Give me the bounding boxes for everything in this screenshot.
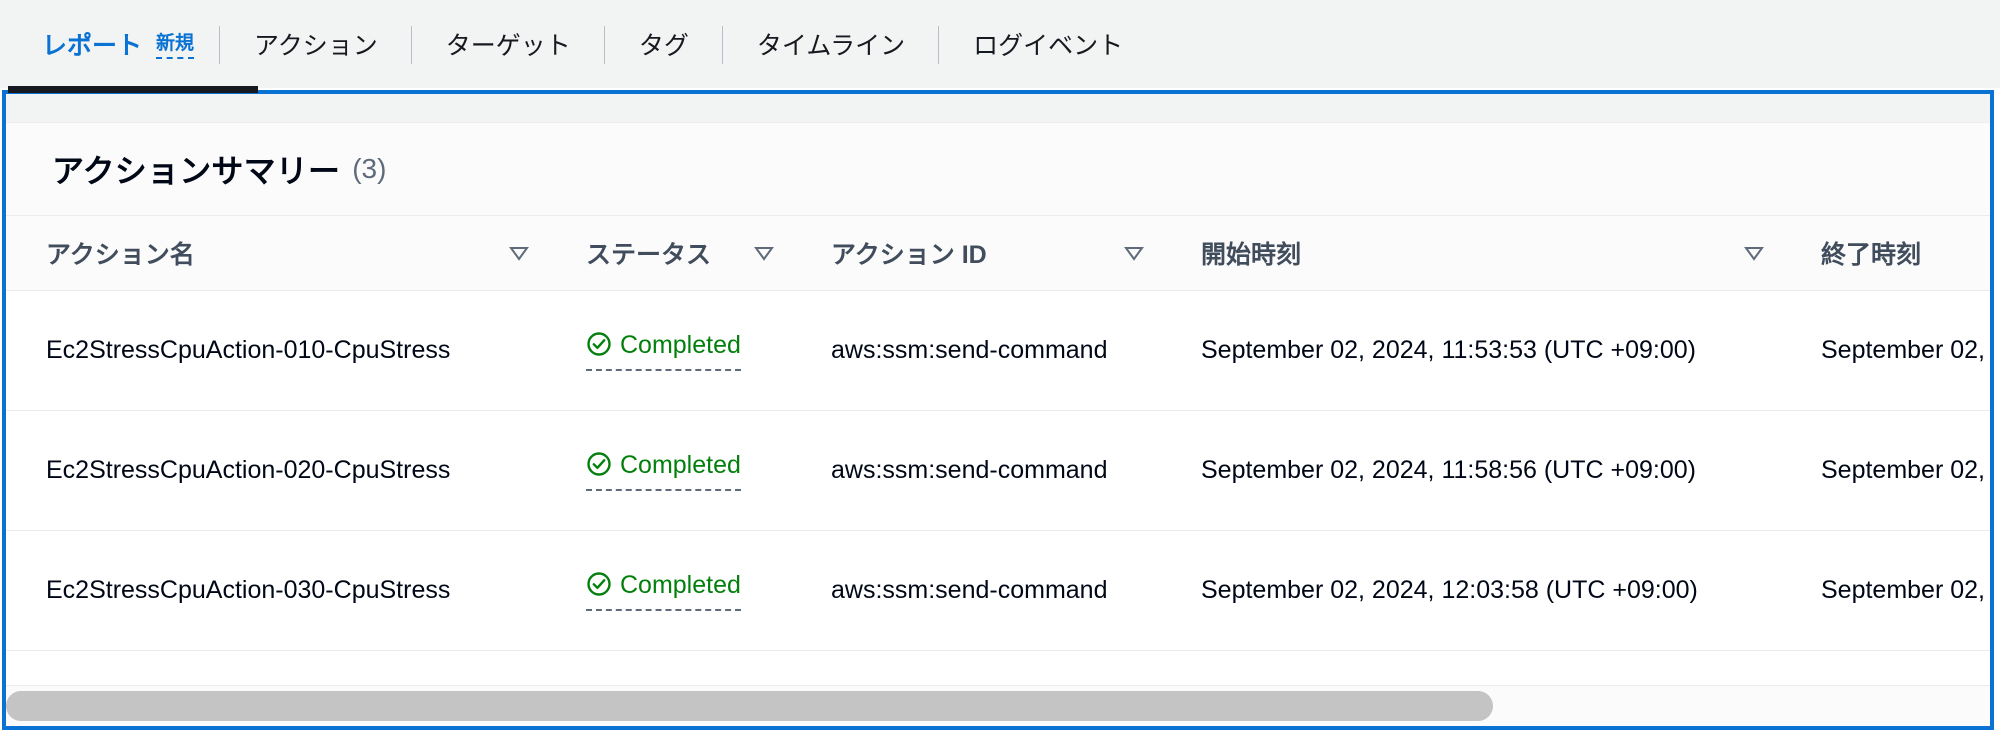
cell-start-time: September 02, 2024, 12:03:58 (UTC +09:00… (1161, 530, 1781, 651)
cell-action-name: Ec2StressCpuAction-020-CpuStress (6, 410, 546, 531)
scrollbar-thumb[interactable] (6, 690, 1493, 721)
status-badge: Completed (586, 329, 741, 371)
cell-status: Completed (546, 530, 791, 651)
cell-action-id: aws:ssm:send-command (791, 290, 1161, 411)
table-body: Ec2StressCpuAction-010-CpuStress Complet… (6, 290, 1990, 651)
table-scroll-area: アクション名 ステータス アクション ID 開始時刻 終了時刻 Ec2Stres… (6, 216, 1990, 694)
panel-top-strip (6, 94, 1990, 123)
table-row[interactable]: Ec2StressCpuAction-030-CpuStress Complet… (6, 530, 1990, 651)
status-label: Completed (620, 451, 741, 479)
column-header-action-id-label: アクション ID (831, 240, 987, 269)
column-header-status[interactable]: ステータス (546, 216, 791, 291)
sort-descending-icon[interactable] (508, 242, 530, 264)
cell-action-id: aws:ssm:send-command (791, 410, 1161, 531)
scrollbar-track[interactable] (6, 686, 1990, 727)
tab-log-events-label: ログイベント (973, 32, 1124, 60)
status-label: Completed (620, 331, 741, 359)
tab-report-new-badge: 新規 (156, 33, 195, 60)
table-row[interactable]: Ec2StressCpuAction-020-CpuStress Complet… (6, 410, 1990, 531)
column-header-start-time-label: 開始時刻 (1201, 240, 1302, 269)
check-circle-icon (586, 571, 612, 597)
cell-action-name: Ec2StressCpuAction-010-CpuStress (6, 290, 546, 411)
status-badge: Completed (586, 449, 741, 491)
tab-timeline[interactable]: タイムライン (723, 0, 940, 88)
sort-descending-icon[interactable] (1743, 242, 1765, 264)
column-header-action-name[interactable]: アクション名 (6, 216, 546, 291)
sort-descending-icon[interactable] (753, 242, 775, 264)
tab-action[interactable]: アクション (220, 0, 412, 88)
column-header-end-time-label: 終了時刻 (1821, 240, 1922, 269)
cell-end-time: September 02, 2024, 11:58:59 (UTC +09:00… (1781, 410, 1990, 531)
active-tab-indicator (8, 86, 258, 93)
status-badge: Completed (586, 569, 741, 611)
column-header-action-id[interactable]: アクション ID (791, 216, 1161, 291)
table-header-row: アクション名 ステータス アクション ID 開始時刻 終了時刻 (6, 216, 1990, 291)
tab-log-events[interactable]: ログイベント (939, 0, 1157, 88)
check-circle-icon (586, 331, 612, 357)
check-circle-icon (586, 451, 612, 477)
horizontal-scrollbar[interactable] (6, 685, 1990, 726)
cell-end-time: September 02, 2024, 12:04:01 (UTC +09:00… (1781, 530, 1990, 651)
action-summary-table: アクション名 ステータス アクション ID 開始時刻 終了時刻 Ec2Stres… (6, 216, 1990, 651)
panel-header: アクションサマリー (3) (6, 123, 1990, 216)
cell-start-time: September 02, 2024, 11:58:56 (UTC +09:00… (1161, 410, 1781, 531)
tab-target-label: ターゲット (445, 32, 571, 60)
cell-end-time: September 02, 2024, 11:53:56 (UTC +09:00… (1781, 290, 1990, 411)
cell-action-id: aws:ssm:send-command (791, 530, 1161, 651)
status-label: Completed (620, 571, 741, 599)
tab-report[interactable]: レポート 新規 (0, 0, 221, 88)
tab-tag-label: タグ (638, 32, 689, 60)
cell-action-name: Ec2StressCpuAction-030-CpuStress (6, 530, 546, 651)
column-header-action-name-label: アクション名 (46, 240, 195, 269)
cell-start-time: September 02, 2024, 11:53:53 (UTC +09:00… (1161, 290, 1781, 411)
tab-report-label: レポート (42, 32, 143, 60)
tab-tag[interactable]: タグ (605, 0, 723, 88)
tab-bar: レポート 新規 アクション ターゲット タグ タイムライン ログイベント (0, 0, 2000, 88)
action-summary-panel: アクションサマリー (3) アクション名 ステータス アクション ID 開始時刻… (2, 90, 1994, 730)
column-header-start-time[interactable]: 開始時刻 (1161, 216, 1781, 291)
cell-status: Completed (546, 410, 791, 531)
tab-timeline-label: タイムライン (756, 32, 906, 60)
column-header-status-label: ステータス (586, 240, 712, 269)
tab-target[interactable]: ターゲット (412, 0, 605, 88)
tab-action-label: アクション (254, 32, 378, 60)
cell-status: Completed (546, 290, 791, 411)
sort-descending-icon[interactable] (1123, 242, 1145, 264)
column-header-end-time[interactable]: 終了時刻 (1781, 216, 1990, 291)
table-header: アクション名 ステータス アクション ID 開始時刻 終了時刻 (6, 216, 1990, 291)
item-count: (3) (352, 153, 387, 184)
table-row[interactable]: Ec2StressCpuAction-010-CpuStress Complet… (6, 290, 1990, 411)
page-title: アクションサマリー (52, 153, 341, 189)
